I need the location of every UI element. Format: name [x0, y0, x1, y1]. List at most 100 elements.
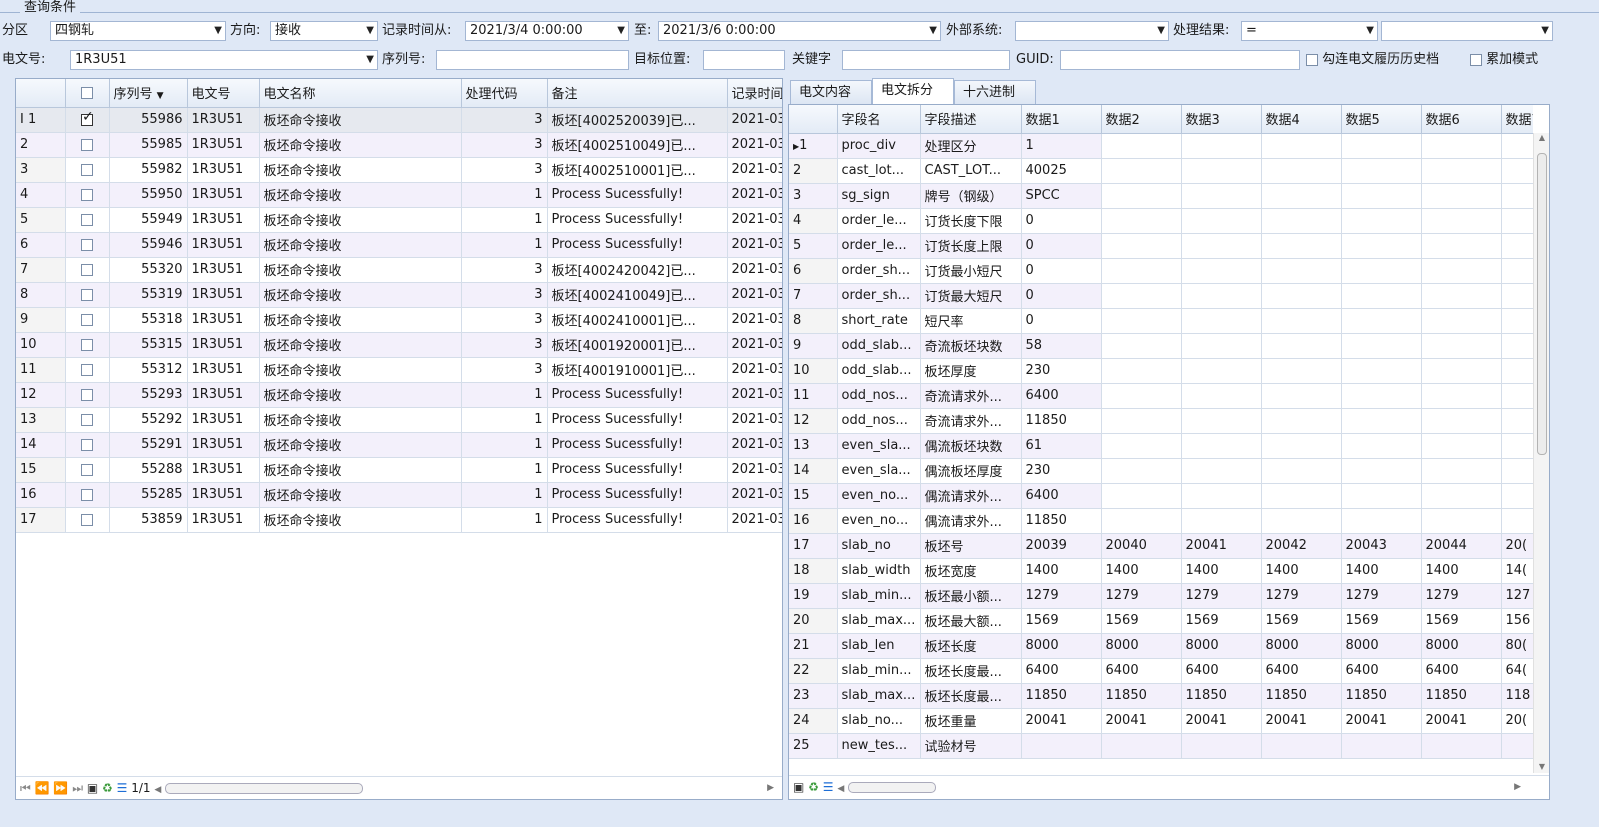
table-row[interactable]: 24 slab_no... 板坯重量 20041 20041 20041 20041 2004…	[789, 708, 1533, 734]
horizontal-scrollbar[interactable]	[165, 783, 364, 794]
table-row[interactable]: 13 55292 1R3U51 板坯命令接收 1 Process Sucessfully!…	[16, 407, 782, 433]
table-row[interactable]: 23 slab_max... 板坯长度最... 11850 11850 11850 1185…	[789, 683, 1533, 709]
row-checkbox[interactable]	[65, 432, 110, 458]
table-row[interactable]: 3 55982 1R3U51 板坯命令接收 3 板坯[4002510001]已... 202…	[16, 157, 782, 183]
table-row[interactable]: 6 order_sh... 订货最小短尺 0	[789, 258, 1533, 284]
table-row[interactable]: 21 slab_len 板坯长度 8000 8000 8000 8000 8000 8000 80…	[789, 633, 1533, 659]
header-desc[interactable]: 字段描述	[920, 105, 1022, 134]
table-row[interactable]: 12 odd_nos... 奇流请求外... 11850	[789, 408, 1533, 434]
telegram-select[interactable]: 1R3U51 ▼	[70, 50, 378, 70]
row-checkbox[interactable]	[65, 457, 110, 483]
header-data2[interactable]: 数据2	[1101, 105, 1182, 134]
history-checkbox[interactable]: 勾连电文履历历史档	[1306, 49, 1439, 71]
row-checkbox[interactable]	[65, 182, 110, 208]
table-row[interactable]: 20 slab_max... 板坯最大额... 1569 1569 1569 1569 156…	[789, 608, 1533, 634]
header-telegram[interactable]: 电文号	[187, 79, 260, 108]
header-data7[interactable]: 数据7	[1501, 105, 1533, 134]
vertical-scrollbar[interactable]: ▲ ▼	[1533, 133, 1549, 773]
table-row[interactable]: 8 55319 1R3U51 板坯命令接收 3 板坯[4002410049]已... 202…	[16, 282, 782, 308]
table-row[interactable]: 11 odd_nos... 奇流请求外... 6400	[789, 383, 1533, 409]
table-row[interactable]: 17 53859 1R3U51 板坯命令接收 1 Process Sucessfully!…	[16, 507, 782, 533]
table-row[interactable]: 22 slab_min... 板坯长度最... 6400 6400 6400 6400 640…	[789, 658, 1533, 684]
table-row[interactable]: 12 55293 1R3U51 板坯命令接收 1 Process Sucessfully!…	[16, 382, 782, 408]
table-row[interactable]: 15 55288 1R3U51 板坯命令接收 1 Process Sucessfully!…	[16, 457, 782, 483]
scroll-right-icon[interactable]: ▶	[1514, 776, 1521, 798]
scroll-left-icon[interactable]: ◀	[154, 785, 161, 795]
table-row[interactable]: 14 even_sla... 偶流板坯厚度 230	[789, 458, 1533, 484]
layout-icon[interactable]: ☰	[823, 780, 834, 794]
table-row[interactable]: 15 even_no... 偶流请求外... 6400	[789, 483, 1533, 509]
table-row[interactable]: 3 sg_sign 牌号（钢级） SPCC	[789, 183, 1533, 209]
table-row[interactable]: 7 order_sh... 订货最大短尺 0	[789, 283, 1533, 309]
export-icon[interactable]: ♻	[808, 780, 819, 794]
prev-page-icon[interactable]: ⏪	[35, 781, 50, 795]
table-row[interactable]: 5 order_le... 订货长度上限 0	[789, 233, 1533, 259]
header-select-all[interactable]	[65, 79, 110, 108]
direction-select[interactable]: 接收 ▼	[270, 21, 378, 41]
scroll-up-icon[interactable]: ▲	[1534, 133, 1549, 142]
table-row[interactable]: 17 slab_no 板坯号 20039 20040 20041 20042 20043 200…	[789, 533, 1533, 559]
row-checkbox[interactable]	[65, 207, 110, 233]
tab-split[interactable]: 电文拆分	[872, 78, 954, 104]
header-field[interactable]: 字段名	[837, 105, 921, 134]
table-row[interactable]: 9 55318 1R3U51 板坯命令接收 3 板坯[4002410001]已... 202…	[16, 307, 782, 333]
row-checkbox[interactable]	[65, 332, 110, 358]
time-to-picker[interactable]: 2021/3/6 0:00:00 ▼	[658, 21, 941, 41]
last-page-icon[interactable]: ⏭	[72, 781, 83, 795]
table-row[interactable]: 4 55950 1R3U51 板坯命令接收 1 Process Sucessfully! 2…	[16, 182, 782, 208]
row-checkbox[interactable]	[65, 132, 110, 158]
time-from-picker[interactable]: 2021/3/4 0:00:00 ▼	[465, 21, 629, 41]
filter-icon[interactable]: ▣	[793, 780, 804, 794]
filter-icon[interactable]: ▣	[87, 781, 98, 795]
row-checkbox[interactable]	[65, 232, 110, 258]
table-row[interactable]: 2 55985 1R3U51 板坯命令接收 3 板坯[4002510049]已... 202…	[16, 132, 782, 158]
table-row[interactable]: 5 55949 1R3U51 板坯命令接收 1 Process Sucessfully! 2…	[16, 207, 782, 233]
horizontal-scrollbar[interactable]	[848, 782, 937, 793]
layout-icon[interactable]: ☰	[117, 781, 128, 795]
table-row[interactable]: 11 55312 1R3U51 板坯命令接收 3 板坯[4001910001]已... 20…	[16, 357, 782, 383]
row-checkbox[interactable]	[65, 507, 110, 533]
table-row[interactable]: 10 55315 1R3U51 板坯命令接收 3 板坯[4001920001]已... 20…	[16, 332, 782, 358]
table-row[interactable]: 16 55285 1R3U51 板坯命令接收 1 Process Sucessfully!…	[16, 482, 782, 508]
scroll-left-icon[interactable]: ◀	[837, 784, 844, 794]
header-note[interactable]: 备注	[547, 79, 728, 108]
result-operator-select[interactable]: = ▼	[1241, 21, 1378, 41]
table-row[interactable]: 19 slab_min... 板坯最小额... 1279 1279 1279 1279 127…	[789, 583, 1533, 609]
tab-hex[interactable]: 十六进制	[954, 80, 1036, 104]
table-row[interactable]: 18 slab_width 板坯宽度 1400 1400 1400 1400 1400 1400…	[789, 558, 1533, 584]
header-data3[interactable]: 数据3	[1181, 105, 1262, 134]
table-row[interactable]: 4 order_le... 订货长度下限 0	[789, 208, 1533, 234]
row-checkbox[interactable]	[65, 382, 110, 408]
header-time[interactable]: 记录时间	[727, 79, 782, 108]
keyword-input[interactable]	[842, 50, 1010, 70]
accumulate-checkbox[interactable]: 累加模式	[1470, 49, 1538, 71]
table-row[interactable]: 8 short_rate 短尺率 0	[789, 308, 1533, 334]
table-row[interactable]: 16 even_no... 偶流请求外... 11850	[789, 508, 1533, 534]
row-checkbox[interactable]	[65, 482, 110, 508]
partition-select[interactable]: 四钢轧 ▼	[50, 21, 226, 41]
row-checkbox[interactable]	[65, 307, 110, 333]
scroll-thumb[interactable]	[1537, 153, 1547, 455]
external-select[interactable]: ▼	[1015, 21, 1169, 41]
table-row[interactable]: 25 new_tes... 试验材号	[789, 733, 1533, 759]
table-row[interactable]: 10 odd_slab... 板坯厚度 230	[789, 358, 1533, 384]
guid-input[interactable]	[1060, 50, 1300, 70]
export-icon[interactable]: ♻	[102, 781, 113, 795]
header-code[interactable]: 处理代码	[461, 79, 548, 108]
table-row[interactable]: 7 55320 1R3U51 板坯命令接收 3 板坯[4002420042]已... 202…	[16, 257, 782, 283]
table-row[interactable]: 2 cast_lot... CAST_LOT... 40025	[789, 158, 1533, 184]
row-checkbox[interactable]	[65, 357, 110, 383]
tab-content[interactable]: 电文内容	[790, 80, 872, 104]
target-input[interactable]	[703, 50, 785, 70]
header-data1[interactable]: 数据1	[1021, 105, 1102, 134]
header-data4[interactable]: 数据4	[1261, 105, 1342, 134]
result-value-select[interactable]: ▼	[1381, 21, 1553, 41]
table-row[interactable]: I 1 ✓ 55986 1R3U51 板坯命令接收 3 板坯[4002520039]已...…	[16, 107, 782, 133]
header-data6[interactable]: 数据6	[1421, 105, 1502, 134]
row-checkbox[interactable]	[65, 157, 110, 183]
table-row[interactable]: 14 55291 1R3U51 板坯命令接收 1 Process Sucessfully!…	[16, 432, 782, 458]
row-checkbox[interactable]	[65, 282, 110, 308]
header-name[interactable]: 电文名称	[259, 79, 462, 108]
first-page-icon[interactable]: ⏮	[20, 781, 31, 795]
scroll-right-icon[interactable]: ▶	[767, 777, 774, 799]
